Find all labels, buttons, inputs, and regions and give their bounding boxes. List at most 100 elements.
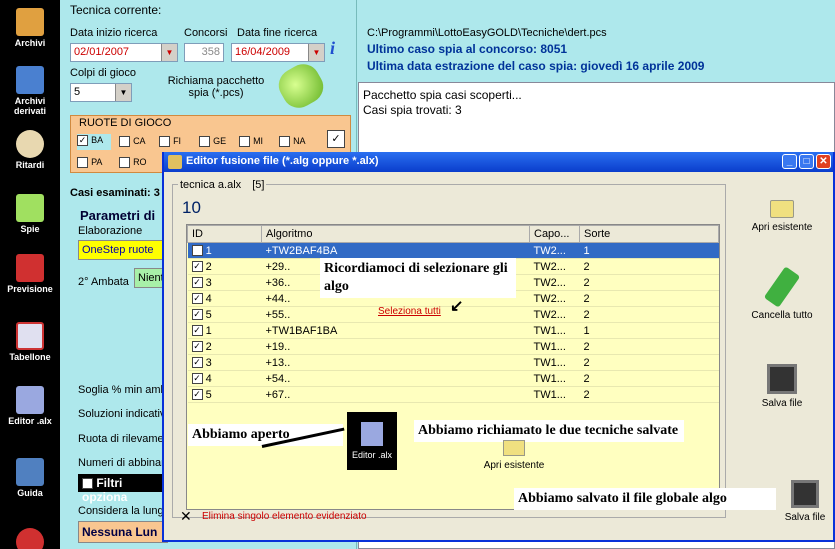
annotation-note: Ricordiamoci di selezionare gli algo bbox=[320, 258, 516, 298]
elaborazione-label: Elaborazione bbox=[78, 225, 143, 237]
row-id[interactable]: ✓ 4 bbox=[187, 370, 262, 387]
ruota-ba[interactable]: ✓ BA bbox=[77, 134, 111, 150]
elaborazione-combo[interactable]: OneStep ruote bbox=[78, 240, 168, 260]
sidebar-item-exit[interactable] bbox=[0, 528, 60, 549]
table-row[interactable]: ✓ 1 +TW1BAF1BA TW1... 1 bbox=[187, 322, 719, 339]
apri-esistente-overlay[interactable]: Apri esistente bbox=[478, 440, 550, 471]
ruote-title: RUOTE DI GIOCO bbox=[79, 117, 172, 129]
maximize-button[interactable]: □ bbox=[799, 154, 814, 169]
sidebar-item-guida[interactable]: Guida bbox=[0, 458, 60, 498]
table-row[interactable]: ✓ 2 +19.. TW1... 2 bbox=[187, 338, 719, 355]
checkbox-checked-icon[interactable]: ✓ bbox=[191, 277, 203, 289]
delete-x-icon[interactable]: ✕ bbox=[180, 508, 192, 525]
checkbox-checked-icon[interactable]: ✓ bbox=[191, 309, 203, 321]
row-algoritmo: +67.. bbox=[261, 386, 530, 403]
row-id[interactable]: ✓ 1 bbox=[187, 242, 262, 259]
data-inizio-combo[interactable]: 02/01/2007 ▼ bbox=[70, 43, 178, 62]
seleziona-tutti-link[interactable]: Seleziona tutti bbox=[378, 306, 441, 317]
checkbox-checked-icon[interactable]: ✓ bbox=[191, 341, 203, 353]
close-button[interactable]: ✕ bbox=[816, 154, 831, 169]
row-capo: TW2... bbox=[529, 242, 580, 259]
parametri-title: Parametri di bbox=[80, 208, 156, 223]
row-sorte: 2 bbox=[579, 370, 719, 387]
row-id[interactable]: ✓ 2 bbox=[187, 338, 262, 355]
elimina-label[interactable]: Elimina singolo elemento evidenziato bbox=[202, 511, 367, 522]
data-fine-combo[interactable]: 16/04/2009 ▼ bbox=[231, 43, 325, 62]
ruota-ge[interactable]: GE bbox=[199, 135, 226, 147]
salva-file-button[interactable]: Salva file bbox=[732, 364, 832, 409]
row-sorte: 2 bbox=[579, 258, 719, 275]
row-id[interactable]: ✓ 1 bbox=[187, 322, 262, 339]
ruota-mi[interactable]: MI bbox=[239, 135, 263, 147]
select-all-checkbox[interactable]: ✓ bbox=[327, 130, 345, 148]
table-row[interactable]: ✓ 1 +TW2BAF4BA TW2... 1 bbox=[187, 242, 719, 259]
sidebar-item-archivi[interactable]: Archivi bbox=[0, 8, 60, 48]
col-header-id[interactable]: ID bbox=[187, 225, 262, 243]
info-icon[interactable]: i bbox=[330, 38, 344, 60]
row-algoritmo: +13.. bbox=[261, 354, 530, 371]
col-header-sorte[interactable]: Sorte bbox=[579, 225, 719, 243]
sidebar-item-archivi-derivati[interactable]: Archivi derivati bbox=[0, 66, 60, 116]
chevron-down-icon: ▼ bbox=[308, 44, 324, 61]
book-icon bbox=[16, 458, 44, 486]
row-capo: TW1... bbox=[529, 354, 580, 371]
apri-esistente-button[interactable]: Apri esistente bbox=[732, 200, 832, 233]
pen-nib-icon bbox=[361, 422, 383, 446]
checkbox-checked-icon[interactable]: ✓ bbox=[191, 373, 203, 385]
sidebar-item-tabellone[interactable]: Tabellone bbox=[0, 322, 60, 362]
sidebar-item-previsione[interactable]: Previsione bbox=[0, 254, 60, 294]
editor-alx-button[interactable]: Editor .alx bbox=[347, 412, 397, 470]
minimize-button[interactable]: _ bbox=[782, 154, 797, 169]
ruota-na[interactable]: NA bbox=[279, 135, 306, 147]
row-sorte: 2 bbox=[579, 290, 719, 307]
checkbox-checked-icon[interactable]: ✓ bbox=[191, 357, 203, 369]
filtri-opzionali-toggle[interactable]: Filtri opziona bbox=[78, 474, 168, 504]
row-id[interactable]: ✓ 5 bbox=[187, 306, 262, 323]
row-id[interactable]: ✓ 3 bbox=[187, 274, 262, 291]
data-fine-label: Data fine ricerca bbox=[237, 27, 318, 39]
row-id[interactable]: ✓ 2 bbox=[187, 258, 262, 275]
salva-file-overlay[interactable]: Salva file bbox=[780, 480, 830, 523]
table-row[interactable]: ✓ 5 +67.. TW1... 2 bbox=[187, 386, 719, 403]
checkbox-checked-icon: ✓ bbox=[77, 134, 88, 146]
row-algoritmo: +TW2BAF4BA bbox=[261, 242, 530, 259]
sidebar-item-ritardi[interactable]: Ritardi bbox=[0, 130, 60, 170]
row-id[interactable]: ✓ 5 bbox=[187, 386, 262, 403]
panel-title: Tecnica corrente: bbox=[70, 3, 162, 17]
row-capo: TW2... bbox=[529, 290, 580, 307]
cancella-tutto-button[interactable]: Cancella tutto bbox=[732, 266, 832, 321]
row-capo: TW1... bbox=[529, 386, 580, 403]
colpi-combo[interactable]: 5 ▼ bbox=[70, 83, 132, 102]
row-sorte: 2 bbox=[579, 274, 719, 291]
checkbox-icon bbox=[239, 135, 250, 147]
col-header-algoritmo[interactable]: Algoritmo bbox=[261, 225, 530, 243]
sidebar-item-editor-alx[interactable]: Editor .alx bbox=[0, 386, 60, 426]
ruota-fi[interactable]: FI bbox=[159, 135, 181, 147]
app-icon bbox=[168, 155, 182, 169]
row-id[interactable]: ✓ 4 bbox=[187, 290, 262, 307]
row-capo: TW2... bbox=[529, 258, 580, 275]
row-id[interactable]: ✓ 3 bbox=[187, 354, 262, 371]
checkbox-checked-icon[interactable]: ✓ bbox=[191, 261, 203, 273]
col-header-capo[interactable]: Capo... bbox=[529, 225, 580, 243]
log-line: Casi spia trovati: 3 bbox=[363, 103, 462, 117]
log-line: Pacchetto spia casi scoperti... bbox=[363, 88, 522, 102]
checkbox-checked-icon[interactable]: ✓ bbox=[191, 293, 203, 305]
ruota-ca[interactable]: CA bbox=[119, 135, 146, 147]
ultimo-caso-spia: Ultimo caso spia al concorso: 8051 bbox=[367, 42, 568, 56]
checkbox-checked-icon[interactable]: ✓ bbox=[191, 389, 203, 401]
checkbox-checked-icon[interactable]: ✓ bbox=[191, 245, 203, 257]
ruota-ro[interactable]: RO bbox=[119, 156, 147, 168]
checkbox-checked-icon[interactable]: ✓ bbox=[191, 325, 203, 337]
table-row[interactable]: ✓ 4 +54.. TW1... 2 bbox=[187, 370, 719, 387]
total-count: 10 bbox=[182, 198, 201, 217]
row-sorte: 2 bbox=[579, 354, 719, 371]
checkbox-icon bbox=[82, 478, 93, 490]
ultima-data: Ultima data estrazione del caso spia: gi… bbox=[367, 59, 705, 73]
sidebar-item-spie[interactable]: Spie bbox=[0, 194, 60, 234]
row-sorte: 2 bbox=[579, 386, 719, 403]
ruota-rilevamento-label: Ruota di rilevame bbox=[78, 433, 164, 445]
table-row[interactable]: ✓ 3 +13.. TW1... 2 bbox=[187, 354, 719, 371]
lunghezza-combo[interactable]: Nessuna Lun bbox=[78, 521, 168, 543]
ruota-pa[interactable]: PA bbox=[77, 156, 102, 168]
